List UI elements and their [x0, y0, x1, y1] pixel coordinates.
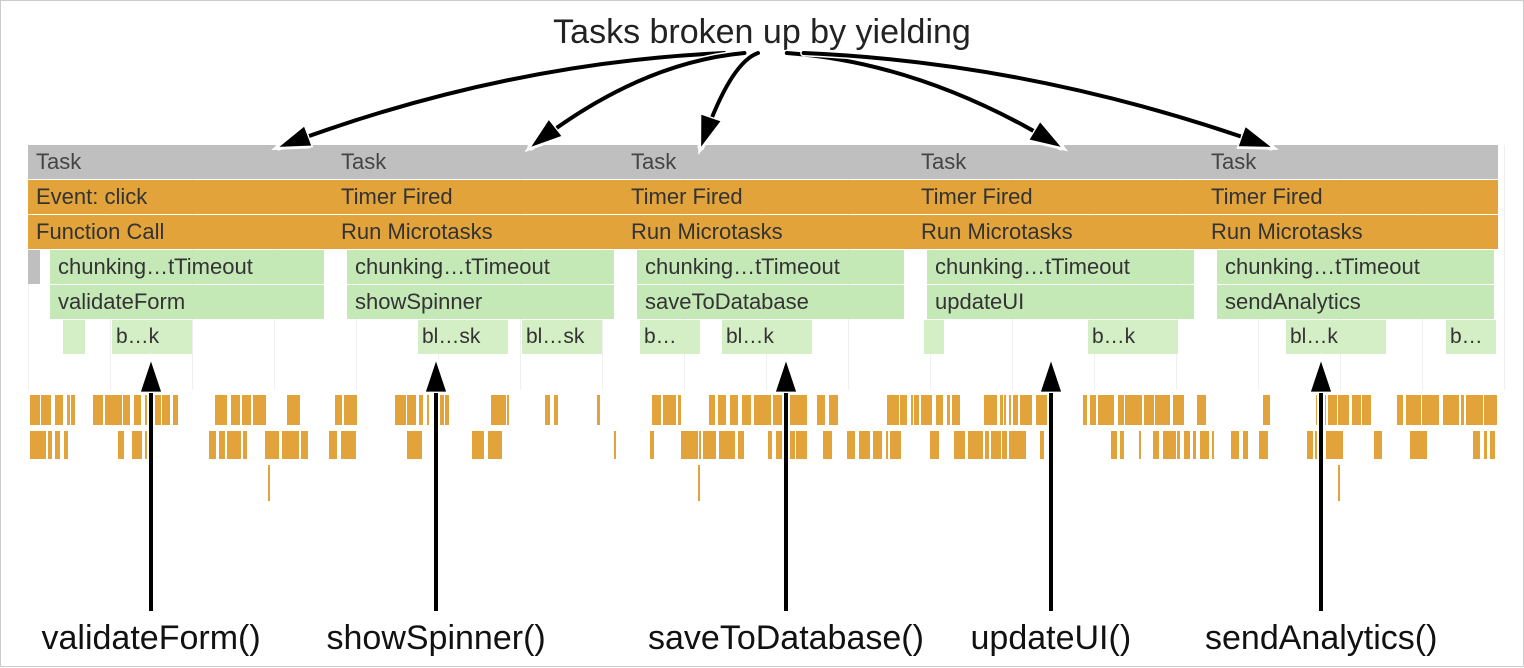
flame-chunk-2: chunking…tTimeout [637, 250, 904, 284]
flame-block-1-1: bl…sk [522, 320, 602, 354]
activity-bits [28, 395, 1498, 525]
flame-fn-4: Run Microtasks [1203, 215, 1498, 249]
flame-task-4: Task [1203, 145, 1498, 179]
flame-chunk-1: chunking…tTimeout [347, 250, 614, 284]
flame-fn-3: Run Microtasks [913, 215, 1203, 249]
bottom-label-2: saveToDatabase() [648, 619, 924, 658]
flame-task-1: Task [333, 145, 623, 179]
bottom-label-4: sendAnalytics() [1205, 619, 1437, 658]
flame-task-0: Task [28, 145, 333, 179]
flame-block-2-1: bl…k [722, 320, 812, 354]
flame-event-0: Event: click [28, 180, 333, 214]
flame-event-4: Timer Fired [1203, 180, 1498, 214]
flame-block-3-0 [924, 320, 944, 354]
flame-fn-0: Function Call [28, 215, 333, 249]
flame-block-3-1: b…k [1088, 320, 1178, 354]
flame-chunk-4: chunking…tTimeout [1217, 250, 1494, 284]
bottom-label-3: updateUI() [971, 619, 1132, 658]
flame-block-0-0 [63, 320, 85, 354]
flame-block-4-1: b… [1446, 320, 1496, 354]
flame-block-2-0: b… [640, 320, 700, 354]
diagram-title: Tasks broken up by yielding [553, 13, 971, 52]
flame-main-2: saveToDatabase [637, 285, 904, 319]
bottom-label-0: validateForm() [42, 619, 261, 658]
flame-task-3: Task [913, 145, 1203, 179]
flame-main-0: validateForm [50, 285, 324, 319]
flame-event-3: Timer Fired [913, 180, 1203, 214]
flame-event-2: Timer Fired [623, 180, 913, 214]
flame-block-0-1: b…k [112, 320, 192, 354]
flame-block-4-0: bl…k [1286, 320, 1386, 354]
flame-fn-2: Run Microtasks [623, 215, 913, 249]
flame-chunk-3: chunking…tTimeout [927, 250, 1194, 284]
flame-lead-gray [28, 250, 40, 284]
flame-main-3: updateUI [927, 285, 1194, 319]
flame-chunk-0: chunking…tTimeout [50, 250, 324, 284]
flame-main-1: showSpinner [347, 285, 614, 319]
bottom-label-1: showSpinner() [327, 619, 546, 658]
flame-task-2: Task [623, 145, 913, 179]
flame-event-1: Timer Fired [333, 180, 623, 214]
flame-graph: TaskTaskTaskTaskTaskEvent: clickTimer Fi… [28, 145, 1498, 355]
flame-fn-1: Run Microtasks [333, 215, 623, 249]
flame-block-1-0: bl…sk [418, 320, 508, 354]
flame-main-4: sendAnalytics [1217, 285, 1494, 319]
